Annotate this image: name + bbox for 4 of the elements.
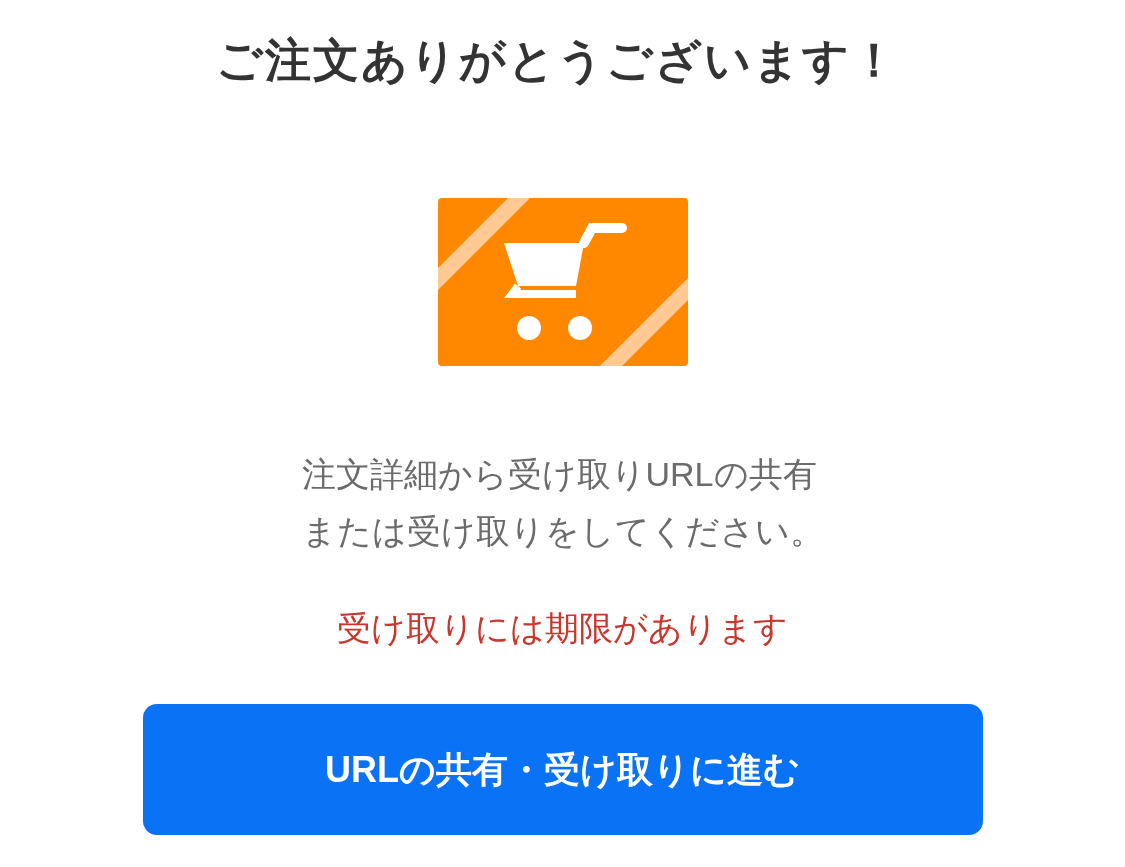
instruction-text: 注文詳細から受け取りURLの共有 または受け取りをしてください。 bbox=[301, 454, 824, 552]
deadline-notice: 受け取りには期限があります bbox=[337, 608, 788, 649]
page-title: ご注文ありがとうございます！ bbox=[216, 33, 899, 88]
proceed-button[interactable]: URLの共有・受け取りに進む bbox=[142, 704, 983, 835]
